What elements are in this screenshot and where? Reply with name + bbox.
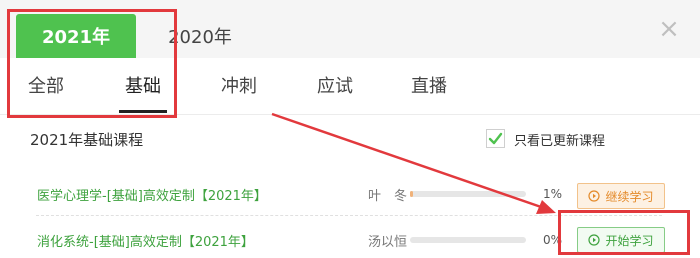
arrow-annotation	[271, 112, 556, 214]
